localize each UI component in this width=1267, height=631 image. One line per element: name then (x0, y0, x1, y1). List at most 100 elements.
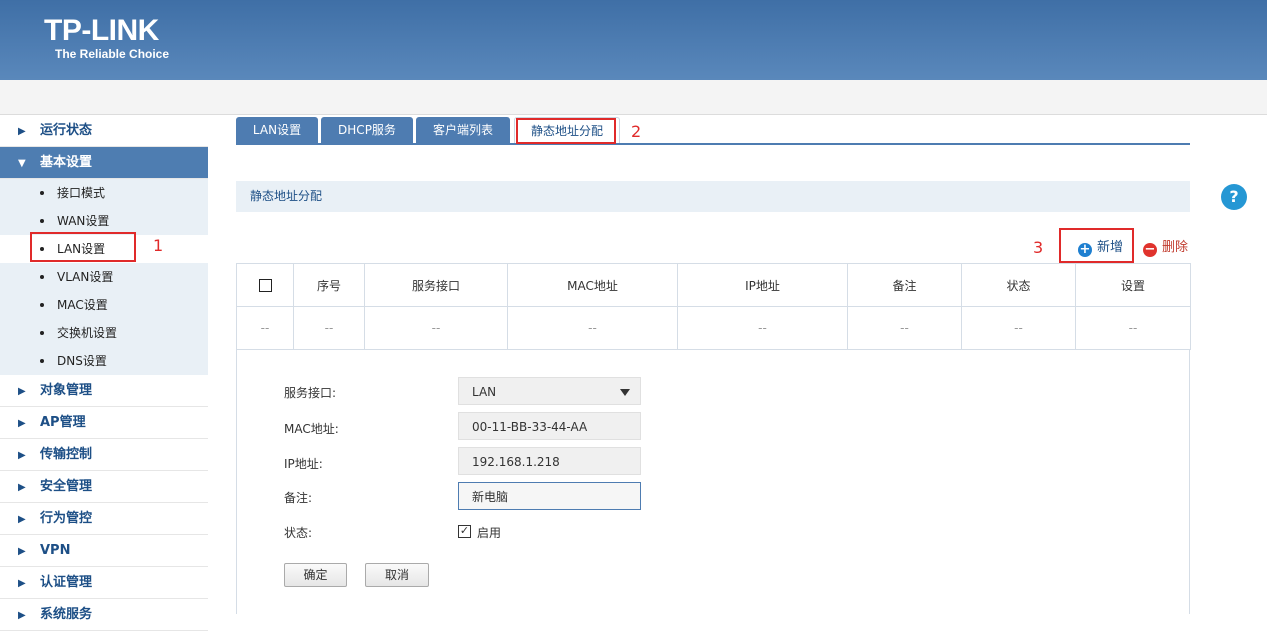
basic-settings-submenu: 接口模式 WAN设置 LAN设置 VLAN设置 MAC设置 交换机设置 DNS设… (0, 179, 208, 375)
table-cell: -- (507, 306, 678, 350)
enable-label: 启用 (477, 526, 502, 540)
sidebar-item-mac[interactable]: MAC设置 (0, 291, 208, 319)
mac-label: MAC地址: (284, 422, 339, 436)
sidebar-item-label: 交换机设置 (57, 326, 118, 340)
nav-group-basic-settings[interactable]: ▼ 基本设置 (0, 147, 208, 179)
delete-label: 删除 (1162, 240, 1189, 255)
table-header-row: 序号 服务接口 MAC地址 IP地址 备注 状态 设置 (236, 263, 1191, 307)
caret-right-icon: ▶ (18, 450, 26, 461)
bullet-icon (40, 219, 44, 223)
nav-group-label: 行为管控 (40, 511, 93, 526)
sidebar: ▶ 运行状态 ▼ 基本设置 接口模式 WAN设置 LAN设置 VLAN设置 MAC设… (0, 115, 208, 631)
bullet-icon (40, 303, 44, 307)
caret-right-icon: ▶ (18, 482, 26, 493)
caret-right-icon: ▶ (18, 386, 26, 397)
column-header: 设置 (1075, 263, 1191, 307)
column-header: 序号 (293, 263, 365, 307)
tab-underline (236, 143, 1190, 145)
annotation-label-3: 3 (1033, 238, 1044, 257)
sidebar-item-label: DNS设置 (57, 354, 107, 368)
interface-label: 服务接口: (284, 386, 337, 400)
caret-right-icon: ▶ (18, 546, 26, 557)
tab-dhcp[interactable]: DHCP服务 (321, 117, 413, 143)
table-cell: -- (1075, 306, 1191, 350)
caret-right-icon: ▶ (18, 418, 26, 429)
column-header: 状态 (961, 263, 1076, 307)
caret-down-icon: ▼ (18, 158, 26, 169)
nav-group-label: 运行状态 (40, 123, 93, 138)
bullet-icon (40, 331, 44, 335)
brand-tagline: The Reliable Choice (55, 47, 170, 61)
sidebar-item-wan[interactable]: WAN设置 (0, 207, 208, 235)
top-header: TP-LINK The Reliable Choice (0, 0, 1267, 80)
add-button[interactable]: + 新增 (1078, 236, 1123, 257)
delete-button[interactable]: − 删除 (1143, 236, 1188, 257)
table-cell: -- (847, 306, 962, 350)
sidebar-item-label: WAN设置 (57, 214, 110, 228)
chevron-down-icon (620, 389, 630, 396)
select-all-cell[interactable] (236, 263, 294, 307)
table-cell: -- (961, 306, 1076, 350)
sidebar-item-label: 接口模式 (57, 186, 106, 200)
brand-logo: TP-LINK The Reliable Choice (44, 14, 169, 60)
help-icon[interactable]: ? (1221, 184, 1247, 210)
nav-group-vpn[interactable]: ▶ VPN (0, 535, 208, 567)
interface-value: LAN (472, 385, 497, 399)
nav-group-ap[interactable]: ▶ AP管理 (0, 407, 208, 439)
minus-circle-icon: − (1143, 242, 1157, 257)
nav-group-transfer[interactable]: ▶ 传输控制 (0, 439, 208, 471)
select-all-checkbox[interactable] (258, 279, 272, 292)
nav-group-auth[interactable]: ▶ 认证管理 (0, 567, 208, 599)
column-header: MAC地址 (507, 263, 678, 307)
bullet-icon (40, 359, 44, 363)
nav-group-system[interactable]: ▶ 系统服务 (0, 599, 208, 631)
nav-group-label: 认证管理 (40, 575, 93, 590)
brand-name: TP-LINK (44, 14, 159, 47)
nav-group-status[interactable]: ▶ 运行状态 (0, 115, 208, 147)
column-header: 备注 (847, 263, 962, 307)
annotation-label-1: 1 (153, 236, 164, 255)
status-label: 状态: (284, 526, 313, 540)
sidebar-item-vlan[interactable]: VLAN设置 (0, 263, 208, 291)
static-address-table: 序号 服务接口 MAC地址 IP地址 备注 状态 设置 -- -- -- -- … (236, 263, 1191, 350)
section-title: 静态地址分配 (236, 181, 1190, 212)
column-header: IP地址 (677, 263, 848, 307)
tab-client-list[interactable]: 客户端列表 (416, 117, 510, 143)
table-cell: -- (677, 306, 848, 350)
nav-group-label: 系统服务 (40, 607, 93, 622)
caret-right-icon: ▶ (18, 126, 26, 137)
cancel-button[interactable]: 取消 (365, 563, 429, 587)
nav-group-behavior[interactable]: ▶ 行为管控 (0, 503, 208, 535)
bullet-icon (40, 191, 44, 195)
ip-input[interactable]: 192.168.1.218 (458, 447, 641, 475)
sidebar-item-label: VLAN设置 (57, 270, 114, 284)
sidebar-item-label: MAC设置 (57, 298, 108, 312)
annotation-box-2 (516, 118, 616, 144)
annotation-box-1 (30, 232, 136, 262)
sub-header-bar (0, 80, 1267, 115)
add-label: 新增 (1097, 240, 1124, 255)
note-input[interactable]: 新电脑 (458, 482, 641, 510)
nav-group-label: AP管理 (40, 415, 86, 430)
table-cell: -- (364, 306, 508, 350)
nav-group-label: 安全管理 (40, 479, 93, 494)
table-cell: -- (293, 306, 365, 350)
tab-lan-settings[interactable]: LAN设置 (236, 117, 318, 143)
ip-label: IP地址: (284, 457, 323, 471)
bullet-icon (40, 275, 44, 279)
caret-right-icon: ▶ (18, 578, 26, 589)
sidebar-item-interface-mode[interactable]: 接口模式 (0, 179, 208, 207)
mac-input[interactable]: 00-11-BB-33-44-AA (458, 412, 641, 440)
sidebar-item-switch[interactable]: 交换机设置 (0, 319, 208, 347)
table-cell: -- (236, 306, 294, 350)
sidebar-item-dns[interactable]: DNS设置 (0, 347, 208, 375)
confirm-button[interactable]: 确定 (284, 563, 347, 587)
interface-select[interactable]: LAN (458, 377, 641, 405)
nav-group-security[interactable]: ▶ 安全管理 (0, 471, 208, 503)
column-header: 服务接口 (364, 263, 508, 307)
enable-checkbox[interactable]: ✓ (458, 525, 471, 538)
caret-right-icon: ▶ (18, 514, 26, 525)
caret-right-icon: ▶ (18, 610, 26, 621)
table-row: -- -- -- -- -- -- -- -- (236, 306, 1191, 350)
nav-group-objects[interactable]: ▶ 对象管理 (0, 375, 208, 407)
